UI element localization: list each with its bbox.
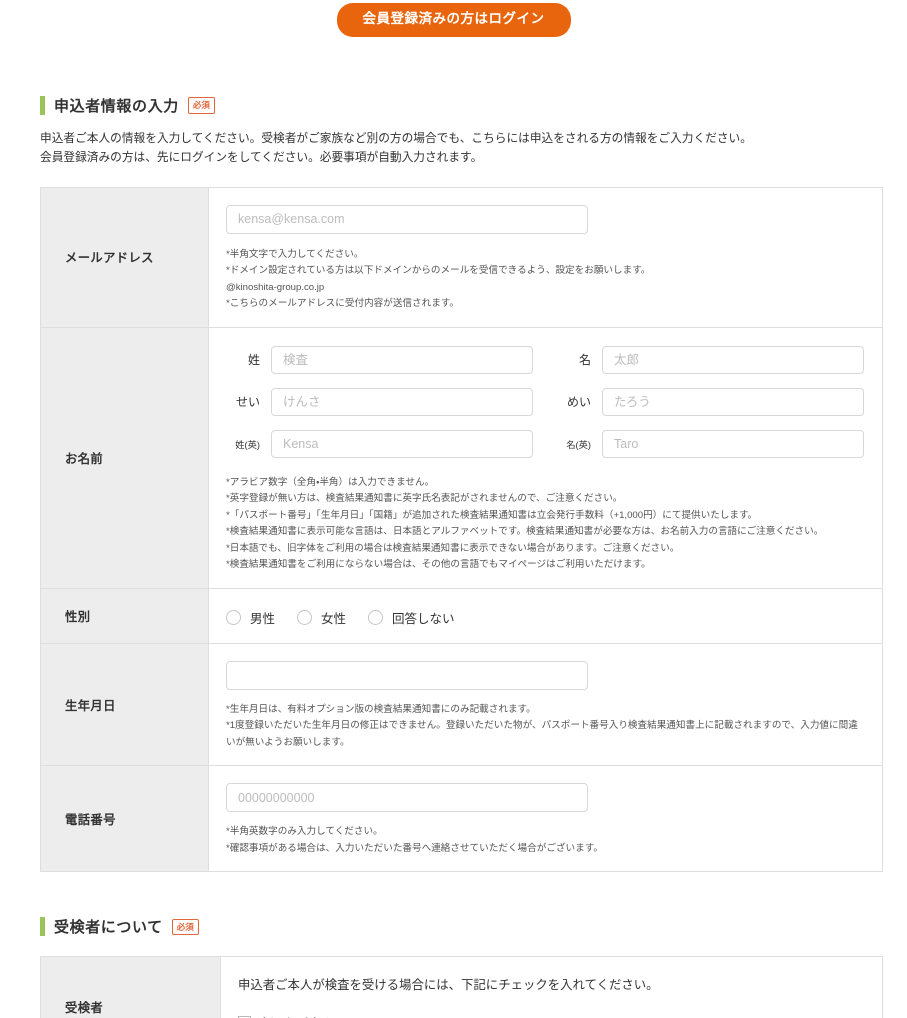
row-content-name: 姓 名 せい [208,327,883,589]
examinee-table: 受検者 申込者ご本人が検査を受ける場合には、下記にチェックを入れてください。 申… [40,956,883,1018]
row-content-birthdate: *生年月日は、有料オプション版の検査結果通知書にのみ記載されます。 *1度登録い… [208,643,883,766]
radio-circle-icon [297,609,313,625]
table-row-name: お名前 姓 名 [40,327,883,589]
section-description: 申込者ご本人の情報を入力してください。受検者がご家族など別の方の場合でも、こちら… [40,130,879,168]
row-label-name: お名前 [40,327,209,589]
note-line: *1度登録いただいた生年月日の修正はできません。登録いただいた物が、パスポート番… [226,720,858,748]
gender-option-male[interactable]: 男性 [226,608,275,627]
gender-option-no-answer[interactable]: 回答しない [368,608,455,627]
name-row-kana: せい めい [226,387,864,416]
row-label-email: メールアドレス [40,187,209,328]
row-label-examinee: 受検者 [40,956,221,1018]
table-row-birthdate: 生年月日 *生年月日は、有料オプション版の検査結果通知書にのみ記載されます。 *… [40,643,883,766]
section-heading-applicant-info: 申込者情報の入力 必須 [40,95,879,116]
note-line: *半角文字で入力してください。 [226,248,364,260]
first-name-kanji-input[interactable] [602,345,864,374]
note-line: @kinoshita-group.co.jp [226,281,325,293]
required-badge: 必須 [187,97,215,114]
birthdate-input[interactable] [226,660,588,690]
note-line: *ドメイン設定されている方は以下ドメインからのメールを受信できるよう、設定をお願… [226,265,651,277]
last-name-kanji-input[interactable] [271,345,533,374]
gender-option-label: 回答しない [392,611,455,626]
content-area: 申込者情報の入力 必須 申込者ご本人の情報を入力してください。受検者がご家族など… [0,95,907,1018]
radio-circle-icon [368,609,384,625]
name-row-romaji: 姓(英) 名(英) [226,429,864,458]
row-label-gender: 性別 [40,588,209,644]
row-content-phone: *半角英数字のみ入力してください。 *確認事項がある場合は、入力いただいた番号へ… [208,765,883,872]
email-input[interactable] [226,204,588,234]
gender-option-label: 女性 [321,611,347,626]
section-description-line-2: 会員登録済みの方は、先にログインをしてください。必要事項が自動入力されます。 [40,150,483,164]
section-accent-bar [40,917,45,937]
first-name-romaji-input[interactable] [602,429,864,458]
login-bar: 会員登録済みの方はログイン [0,0,907,54]
section-accent-bar [40,95,45,115]
required-badge: 必須 [171,918,199,935]
page-root: 会員登録済みの方はログイン 申込者情報の入力 必須 申込者ご本人の情報を入力して… [0,0,907,1018]
row-label-phone: 電話番号 [40,765,209,872]
note-line: *検査結果通知書をご利用にならない場合は、その他の言語でもマイページはご利用いた… [226,559,651,571]
gender-option-label: 男性 [250,611,276,626]
section-heading-examinee: 受検者について 必須 [40,916,879,937]
phone-notes: *半角英数字のみ入力してください。 *確認事項がある場合は、入力いただいた番号へ… [226,824,864,857]
note-line: *「パスポート番号」「生年月日」「国籍」が追加された検査結果通知書は立会発行手数… [226,509,758,521]
name-row-kanji: 姓 名 [226,345,864,374]
radio-circle-icon [226,609,241,625]
table-row-phone: 電話番号 *半角英数字のみ入力してください。 *確認事項がある場合は、入力いただ… [40,765,883,872]
name-cell-last-kana: せい [226,387,533,416]
note-line: *アラビア数字（全角・半角）は入力できません。 [226,476,435,488]
name-label-last-kanji: 姓 [247,353,260,368]
note-line: *検査結果通知書に表示可能な言語は、日本語とアルファベットです。検査結果通知書が… [226,526,824,538]
first-name-kana-input[interactable] [602,387,864,416]
name-label-first-romaji: 名(英) [566,439,591,450]
note-line: *英字登録が無い方は、検査結果通知書に英字氏名表記がされませんので、ご注意くださ… [226,493,623,505]
gender-radio-group: 男性 女性 回答しない [226,605,864,627]
table-row-gender: 性別 男性 女性 回答しない [40,588,883,644]
examinee-lead-text: 申込者ご本人が検査を受ける場合には、下記にチェックを入れてください。 [238,978,659,993]
note-line: *こちらのメールアドレスに受付内容が送信されます。 [226,298,460,310]
row-content-gender: 男性 女性 回答しない [208,588,883,644]
gender-option-female[interactable]: 女性 [297,608,346,627]
name-cell-first-kanji: 名 [557,345,864,374]
row-label-birthdate: 生年月日 [40,643,209,766]
name-field-grid: 姓 名 せい [226,345,864,458]
name-cell-first-kana: めい [557,387,864,416]
name-notes: *アラビア数字（全角・半角）は入力できません。 *英字登録が無い方は、検査結果通… [226,475,864,574]
name-label-last-romaji: 姓(英) [235,439,260,450]
last-name-kana-input[interactable] [271,387,533,416]
note-line: *半角英数字のみ入力してください。 [226,826,383,838]
section-title: 受検者について [54,919,163,937]
member-login-button[interactable]: 会員登録済みの方はログイン [336,3,571,37]
name-cell-last-romaji: 姓(英) [226,429,533,458]
applicant-info-table: メールアドレス *半角文字で入力してください。 *ドメイン設定されている方は以下… [40,186,883,873]
examinee-self-checkbox-label: 申込者ご本人 [258,1013,334,1018]
name-label-last-kana: せい [235,395,260,410]
name-label-first-kana: めい [566,395,591,410]
table-row-examinee: 受検者 申込者ご本人が検査を受ける場合には、下記にチェックを入れてください。 申… [40,956,883,1018]
row-content-email: *半角文字で入力してください。 *ドメイン設定されている方は以下ドメインからのメ… [208,187,883,328]
section-title: 申込者情報の入力 [54,97,179,115]
note-line: *確認事項がある場合は、入力いただいた番号へ連絡させていただく場合がございます。 [226,842,603,854]
name-cell-last-kanji: 姓 [226,345,533,374]
name-cell-first-romaji: 名(英) [557,429,864,458]
phone-input[interactable] [226,783,588,813]
name-label-first-kanji: 名 [578,353,591,368]
note-line: *日本語でも、旧字体をご利用の場合は検査結果通知書に表示できない場合があります。… [226,542,680,554]
table-row-email: メールアドレス *半角文字で入力してください。 *ドメイン設定されている方は以下… [40,187,883,328]
section-description-line-1: 申込者ご本人の情報を入力してください。受検者がご家族など別の方の場合でも、こちら… [40,131,752,145]
last-name-romaji-input[interactable] [271,429,533,458]
email-notes: *半角文字で入力してください。 *ドメイン設定されている方は以下ドメインからのメ… [226,247,864,313]
birthdate-notes: *生年月日は、有料オプション版の検査結果通知書にのみ記載されます。 *1度登録い… [226,702,864,752]
note-line: *生年月日は、有料オプション版の検査結果通知書にのみ記載されます。 [226,703,536,715]
row-content-examinee: 申込者ご本人が検査を受ける場合には、下記にチェックを入れてください。 申込者ご本… [220,956,883,1018]
examinee-self-checkbox-row[interactable]: 申込者ご本人 [238,1013,864,1018]
